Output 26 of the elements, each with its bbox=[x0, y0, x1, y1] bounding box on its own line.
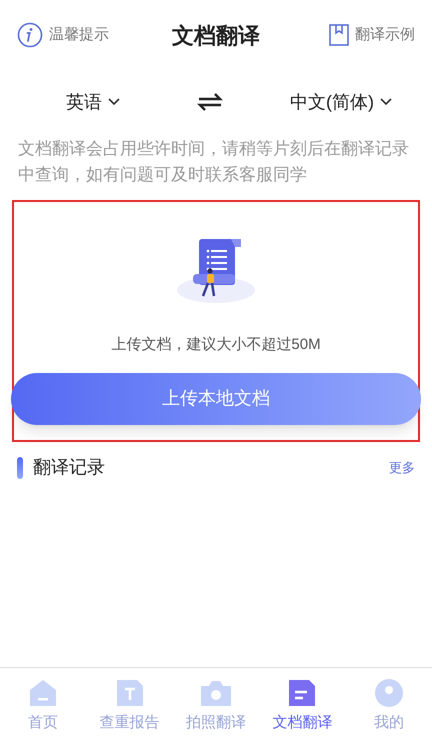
bookmark-icon[interactable] bbox=[329, 24, 349, 46]
home-icon bbox=[28, 678, 58, 708]
tab-item[interactable]: 查重报告 bbox=[86, 678, 173, 739]
section-title: 翻译记录 bbox=[33, 456, 105, 479]
notice-text: 文档翻译会占用些许时间，请稍等片刻后在翻译记录中查询，如有问题可及时联系客服同学 bbox=[17, 138, 410, 186]
tips-link[interactable]: 温馨提示 bbox=[49, 24, 109, 46]
example-link[interactable]: 翻译示例 bbox=[355, 24, 415, 46]
camera-icon bbox=[199, 678, 234, 708]
document-icon bbox=[114, 678, 145, 708]
tab-item[interactable]: 拍照翻译 bbox=[172, 678, 260, 739]
upload-hint: 上传文档，建议大小不超过50M bbox=[111, 335, 321, 355]
upload-button[interactable]: 上传本地文档 bbox=[11, 372, 421, 424]
more-link[interactable]: 更多 bbox=[389, 458, 415, 478]
profile-icon bbox=[374, 678, 404, 708]
info-icon[interactable] bbox=[17, 22, 43, 48]
swap-icon[interactable] bbox=[197, 92, 223, 112]
tab-item[interactable]: 文档翻译 bbox=[259, 678, 346, 739]
target-language-select[interactable]: 中文(简体) bbox=[290, 88, 392, 116]
page-title: 文档翻译 bbox=[172, 22, 260, 50]
tab-item[interactable]: 首页 bbox=[0, 678, 86, 739]
section-marker bbox=[17, 456, 23, 478]
document-icon bbox=[287, 678, 318, 708]
source-language-select[interactable]: 英语 bbox=[66, 88, 120, 116]
chevron-down-icon bbox=[380, 98, 392, 106]
chevron-down-icon bbox=[108, 98, 120, 106]
tab-item[interactable]: 我的 bbox=[346, 678, 432, 739]
